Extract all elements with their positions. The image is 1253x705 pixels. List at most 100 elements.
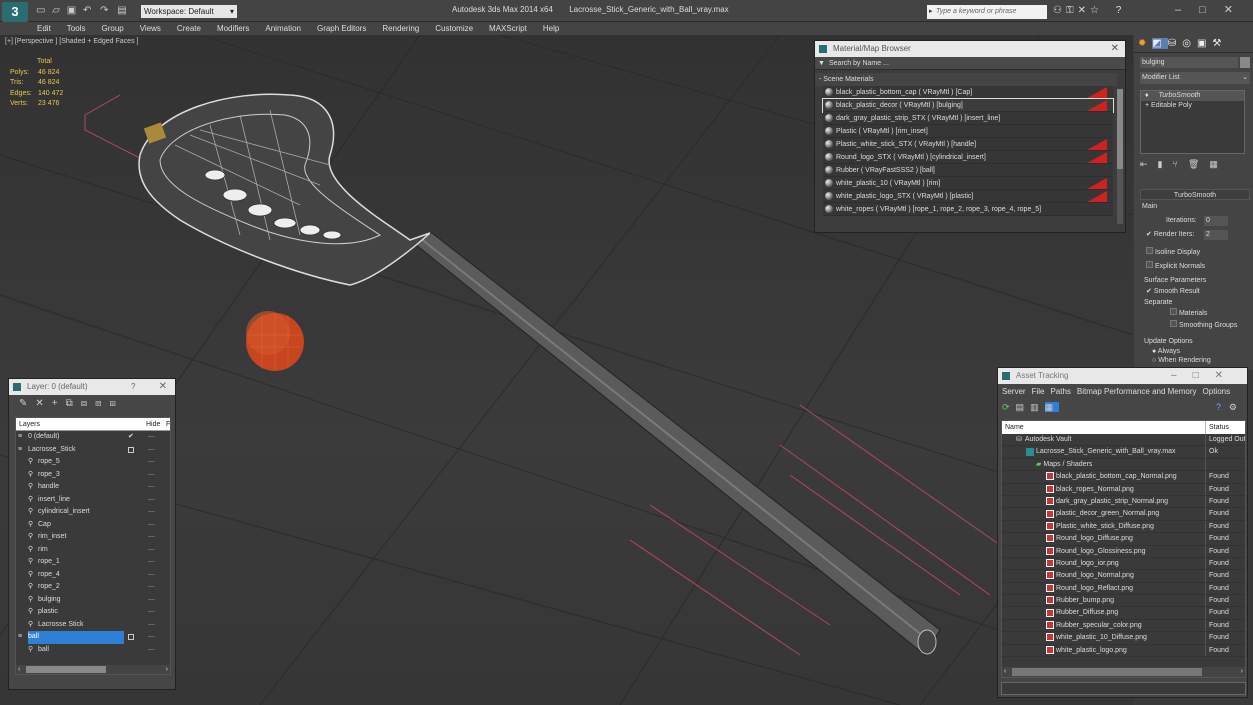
display-tab-icon[interactable]: ▣ (1197, 38, 1212, 49)
hide-toggle[interactable]: — (148, 569, 155, 582)
maximize-icon[interactable]: □ (1193, 370, 1215, 381)
select-layer-icon[interactable]: ⧈ (81, 398, 95, 409)
maximize-icon[interactable]: □ (1199, 4, 1224, 16)
save-icon[interactable]: ▣ (67, 5, 76, 16)
menu-graph-editors[interactable]: Graph Editors (309, 22, 374, 35)
explicit-checkbox[interactable] (1146, 261, 1153, 268)
highlight-layer-icon[interactable]: ⧇ (95, 398, 109, 409)
layer-object-row[interactable]: ⚲ Lacrosse Stick — (16, 619, 170, 632)
material-search-input[interactable]: ▼ Search by Name ... (815, 57, 1125, 70)
help-icon[interactable]: ? (131, 379, 135, 395)
object-color-swatch[interactable] (1240, 57, 1250, 68)
status-column-header[interactable]: Status (1205, 421, 1229, 434)
configure-sets-icon[interactable]: ▦ (1209, 159, 1228, 169)
render-iters-spinner[interactable]: 2 (1204, 230, 1228, 240)
new-icon[interactable]: ▭ (36, 5, 45, 16)
scene-materials-header[interactable]: - Scene Materials (815, 73, 1117, 86)
asset-menu-paths[interactable]: Paths (1050, 387, 1070, 396)
hide-toggle[interactable]: — (148, 531, 155, 544)
asset-row[interactable]: Round_logo_Reflact.png Found (1002, 582, 1245, 596)
asset-row[interactable]: Plastic_white_stick_Diffuse.png Found (1002, 520, 1245, 534)
asset-menu-file[interactable]: File (1032, 387, 1045, 396)
hide-toggle[interactable]: — (148, 519, 155, 532)
smoothing-groups-checkbox[interactable] (1170, 320, 1177, 327)
modifier-list-dropdown[interactable]: Modifier List ⌄ (1140, 72, 1250, 84)
horizontal-scrollbar[interactable]: ‹ › (16, 665, 170, 674)
menu-modifiers[interactable]: Modifiers (209, 22, 257, 35)
asset-menu-bitmap[interactable]: Bitmap Performance and Memory (1077, 387, 1197, 396)
asset-row[interactable]: white_plastic_10_Diffuse.png Found (1002, 632, 1245, 645)
show-end-result-icon[interactable]: ▮ (1158, 159, 1173, 169)
close-icon[interactable]: ✕ (1215, 370, 1239, 381)
layer-row[interactable]: ≡ Lacrosse_Stick — (16, 444, 170, 457)
asset-row[interactable]: black_ropes_Normal.png Found (1002, 483, 1245, 496)
layer-object-row[interactable]: ⚲ rim_inset — (16, 531, 170, 544)
hide-toggle[interactable]: — (148, 606, 155, 619)
scroll-left-icon[interactable]: ‹ (1002, 668, 1006, 675)
layer-box-icon[interactable] (128, 634, 134, 640)
redo-icon[interactable]: ↷ (100, 5, 108, 16)
scroll-right-icon[interactable]: › (1241, 667, 1243, 677)
hide-toggle[interactable]: — (148, 431, 155, 444)
horizontal-scrollbar[interactable]: ‹ › (1002, 667, 1245, 677)
material-item[interactable]: Plastic_white_stick_STX ( VRayMtl ) [han… (823, 138, 1113, 151)
expand-icon[interactable]: + (1145, 102, 1149, 109)
scrollbar-thumb[interactable] (1117, 89, 1123, 169)
help-icon[interactable]: ? (1216, 402, 1227, 412)
name-column-header[interactable]: Name (1005, 424, 1024, 431)
layer-row[interactable]: ≡ ball — (16, 631, 170, 644)
scrollbar-thumb[interactable] (26, 666, 106, 673)
asset-row[interactable]: black_plastic_bottom_cap_Normal.png Found (1002, 471, 1245, 484)
menu-rendering[interactable]: Rendering (374, 22, 427, 35)
menu-edit[interactable]: Edit (29, 22, 59, 35)
filter-icon[interactable]: ▼ (818, 57, 825, 70)
motion-tab-icon[interactable]: ◎ (1182, 38, 1197, 49)
material-item[interactable]: white_plastic_logo_STX ( VRayMtl ) [plas… (823, 190, 1113, 203)
material-item[interactable]: Round_logo_STX ( VRayMtl ) [cylindrical_… (823, 151, 1113, 164)
close-icon[interactable]: ✕ (159, 379, 167, 395)
detail-view-icon[interactable]: ▥ (1030, 402, 1045, 412)
menu-views[interactable]: Views (132, 22, 169, 35)
layer-object-row[interactable]: ⚲ rope_4— (16, 569, 170, 582)
layer-object-row[interactable]: ⚲ rope_2— (16, 581, 170, 594)
hide-toggle[interactable]: — (148, 506, 155, 519)
make-unique-icon[interactable]: ⑂ (1173, 159, 1188, 169)
exchange-icon[interactable]: ✕ (1078, 5, 1090, 16)
star-icon[interactable]: ☆ (1090, 5, 1103, 16)
material-browser-title-bar[interactable]: Material/Map Browser ✕ (815, 41, 1125, 57)
layer-object-row[interactable]: ⚲ rope_5— (16, 456, 170, 469)
refresh-icon[interactable]: ⟳ (1002, 402, 1016, 412)
utilities-tab-icon[interactable]: ⚒ (1212, 38, 1227, 49)
key-icon[interactable]: ⚿ (1066, 5, 1078, 16)
pin-stack-icon[interactable]: ⇤ (1140, 159, 1158, 169)
hide-toggle[interactable]: — (148, 644, 155, 657)
material-item[interactable]: dark_gray_plastic_strip_STX ( VRayMtl ) … (823, 112, 1113, 125)
close-icon[interactable]: ✕ (1111, 41, 1119, 57)
delete-layer-icon[interactable]: ✕ (35, 398, 51, 409)
layer-object-row[interactable]: ⚲ insert_line — (16, 494, 170, 507)
layer-object-row[interactable]: ⚲ Cap — (16, 519, 170, 532)
isoline-checkbox[interactable] (1146, 247, 1153, 254)
layer-row[interactable]: ≡ 0 (default) ✔ — (16, 431, 170, 444)
hide-toggle[interactable]: — (148, 481, 155, 494)
layer-object-row[interactable]: ⚲ rope_3— (16, 469, 170, 482)
layer-object-row[interactable]: ⚲ handle — (16, 481, 170, 494)
object-name-field[interactable]: bulging (1140, 57, 1238, 68)
lightbulb-icon[interactable]: ♦ (1145, 92, 1149, 99)
hide-all-icon[interactable]: ⧆ (110, 398, 124, 409)
asset-row[interactable]: Round_logo_Normal.png Found (1002, 570, 1245, 583)
app-logo-icon[interactable]: 3 (2, 2, 28, 22)
iterations-spinner[interactable]: 0 (1204, 216, 1228, 226)
hide-toggle[interactable]: — (148, 456, 155, 469)
asset-row[interactable]: Rubber_bump.png Found (1002, 595, 1245, 608)
material-item[interactable]: black_plastic_bottom_cap ( VRayMtl ) [Ca… (823, 86, 1113, 99)
workspace-select[interactable]: Workspace: Default ▾ (141, 5, 237, 18)
hide-toggle[interactable]: — (148, 619, 155, 632)
minimize-icon[interactable]: – (1171, 370, 1193, 381)
binoculars-icon[interactable]: ⚇ (1053, 5, 1066, 16)
hierarchy-tab-icon[interactable]: ⛁ (1168, 38, 1182, 49)
freeze-column-header[interactable]: F (166, 418, 170, 431)
rollout-title[interactable]: TurboSmooth (1140, 189, 1250, 200)
project-icon[interactable]: ▤ (117, 5, 126, 16)
asset-row[interactable]: Rubber_specular_color.png Found (1002, 619, 1245, 633)
